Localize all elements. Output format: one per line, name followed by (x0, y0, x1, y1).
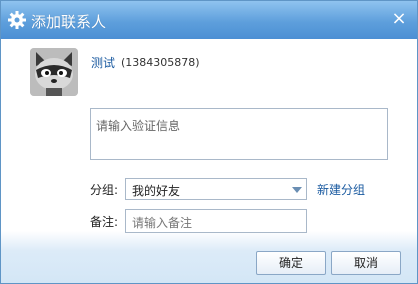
cancel-button[interactable]: 取消 (331, 251, 401, 275)
ok-button[interactable]: 确定 (256, 251, 326, 275)
group-label: 分组: (90, 183, 119, 197)
add-contact-dialog: 添加联系人 × 测试 (1384305878) 请输入验证信息 分组: 我的好友… (0, 0, 418, 284)
remark-label: 备注: (90, 215, 119, 229)
remark-field[interactable]: 请输入备注 (125, 209, 307, 233)
avatar (30, 48, 78, 96)
chevron-down-icon[interactable] (292, 187, 302, 193)
close-button[interactable]: × (389, 9, 409, 29)
title-bar[interactable]: 添加联系人 × (1, 1, 417, 39)
verify-message-field[interactable]: 请输入验证信息 (90, 108, 388, 160)
close-icon[interactable]: × (391, 8, 406, 29)
contact-id: (1384305878) (121, 56, 200, 69)
new-group-link[interactable]: 新建分组 (317, 181, 365, 198)
gear-icon (8, 11, 26, 29)
remark-placeholder: 请输入备注 (132, 216, 193, 230)
group-select[interactable]: 我的好友 (125, 178, 307, 200)
group-value: 我的好友 (132, 184, 181, 198)
verify-placeholder: 请输入验证信息 (96, 119, 181, 133)
raccoon-avatar-icon (30, 48, 78, 96)
window-title: 添加联系人 (31, 13, 107, 31)
contact-name: 测试 (91, 56, 116, 70)
